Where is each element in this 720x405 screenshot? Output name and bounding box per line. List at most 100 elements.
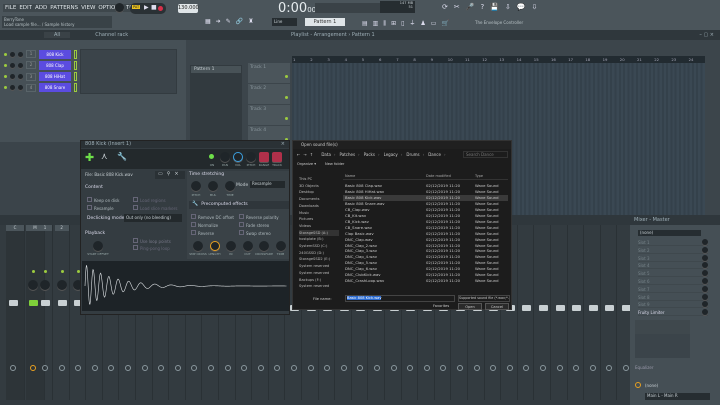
channel-select-indicator[interactable] — [74, 49, 77, 59]
tool-icons[interactable]: ▦➜✎🔗♜ — [205, 18, 259, 25]
strip-pan-knob[interactable] — [28, 280, 38, 290]
window-icons[interactable]: ▤▥⫼⊞▯⏚♟▭🛒 — [362, 18, 454, 28]
track-mute-led[interactable] — [285, 117, 288, 120]
channel-mixer-track[interactable]: 4 — [26, 83, 36, 92]
nav-item[interactable]: hostplate (B:) — [299, 236, 339, 243]
send-knob[interactable] — [141, 365, 148, 371]
toolbar-icons[interactable]: ⟳✂🎤?💾⇩💬⇩ — [442, 3, 543, 11]
filename-input[interactable]: Basic 808 Kick.wav — [345, 295, 455, 302]
channel-select-indicator[interactable] — [74, 72, 77, 82]
mixer-strip[interactable]: 2 — [54, 225, 70, 400]
volume-fader[interactable] — [555, 305, 565, 311]
channel-pan-knob[interactable] — [10, 51, 15, 57]
send-knob[interactable] — [307, 365, 314, 371]
channel-mixer-track[interactable]: 2 — [26, 61, 36, 70]
slot-mix-knob[interactable] — [702, 262, 708, 269]
send-knob[interactable] — [506, 365, 513, 371]
channel-volume-knob[interactable] — [18, 62, 23, 68]
effect-slot[interactable]: Slot 7 — [638, 285, 708, 293]
ping-pong-loop-checkbox[interactable]: Ping-pong loop — [133, 245, 170, 251]
breadcrumb[interactable]: Data › Patches › Packs › Legacy › Drums › Dance › — [317, 152, 445, 157]
slot-mix-knob[interactable] — [702, 301, 708, 308]
strip-led[interactable] — [44, 270, 47, 273]
slot-mix-knob[interactable] — [702, 270, 708, 277]
slot-mix-knob[interactable] — [702, 239, 708, 245]
send-knob[interactable] — [457, 365, 463, 371]
resample-checkbox[interactable]: Resample — [87, 205, 114, 211]
send-knob[interactable] — [606, 365, 613, 371]
start-offset-knob[interactable] — [93, 241, 103, 251]
channel-mute-led[interactable] — [4, 75, 7, 79]
range-knob[interactable] — [259, 152, 269, 162]
effect-checkbox[interactable]: Normalize — [191, 222, 218, 228]
effect-checkbox[interactable]: Swap stereo — [239, 230, 271, 236]
volume-fader[interactable] — [605, 305, 615, 311]
volume-fader[interactable] — [9, 300, 18, 306]
channel-mute-led[interactable] — [4, 52, 7, 56]
track-knob[interactable] — [272, 152, 282, 162]
send-knob[interactable] — [407, 365, 414, 371]
channel-select-indicator[interactable] — [74, 60, 77, 70]
send-knob[interactable] — [473, 365, 480, 371]
track-header[interactable]: Track 1 — [248, 63, 290, 83]
tempo-field[interactable]: 130.000 — [178, 4, 199, 13]
slot-mix-knob[interactable] — [702, 285, 708, 292]
send-knob[interactable] — [191, 365, 198, 371]
volume-fader[interactable] — [41, 300, 50, 306]
use-loop-points-checkbox[interactable]: Use loop points — [133, 238, 171, 244]
mixer-strip[interactable] — [569, 225, 585, 400]
organize-button[interactable]: Organize ▾ — [297, 162, 316, 166]
load-slice-markers-checkbox[interactable]: Load slice markers — [133, 205, 177, 211]
mixer-strip[interactable] — [536, 225, 551, 400]
waveform-display[interactable] — [82, 261, 289, 311]
eq-graph[interactable] — [635, 320, 690, 358]
nav-item[interactable]: Pictures — [299, 216, 339, 223]
keep-on-disk-checkbox[interactable]: Keep on disk — [87, 197, 119, 203]
channel-mute-led[interactable] — [4, 63, 7, 67]
search-input[interactable]: Search Dance — [463, 151, 508, 158]
send-knob[interactable] — [208, 365, 214, 371]
strip-led[interactable] — [60, 270, 64, 273]
nav-item[interactable]: 240GSSD (D:) — [299, 250, 339, 257]
date-column[interactable]: Date modified — [426, 174, 451, 178]
slot-mix-knob[interactable] — [702, 246, 708, 253]
send-knob[interactable] — [108, 365, 115, 371]
on-led[interactable] — [209, 154, 214, 159]
volume-fader[interactable] — [539, 305, 548, 311]
effect-checkbox[interactable]: Reverse polarity — [239, 214, 279, 220]
menu-patterns[interactable]: PATTERNS — [50, 5, 78, 11]
nav-item[interactable]: StorageSSD2 (E:) — [299, 256, 339, 263]
track-mute-led[interactable] — [285, 96, 288, 99]
filetype-select[interactable]: Supported sound file (*.wav;*.ai — [458, 295, 510, 302]
breadcrumb-item[interactable]: Packs — [364, 152, 375, 157]
type-column[interactable]: Type — [475, 174, 483, 178]
send-knob[interactable] — [490, 365, 497, 371]
send-knob[interactable] — [10, 365, 16, 371]
window-controls-icon[interactable]: – ▢ × — [699, 30, 714, 40]
mode-select[interactable]: Resample — [250, 181, 285, 188]
mixer-strip[interactable] — [553, 225, 568, 400]
send-knob[interactable] — [573, 365, 580, 371]
favorites-button[interactable]: Favorites — [433, 304, 449, 308]
load-regions-checkbox[interactable]: Load regions — [133, 197, 166, 203]
send-knob[interactable] — [42, 365, 48, 371]
channel-mixer-track[interactable]: 1 — [26, 50, 36, 58]
menu-edit[interactable]: EDIT — [19, 5, 32, 11]
effect-checkbox[interactable]: Remove DC offset — [191, 214, 234, 220]
nav-arrows-icon[interactable]: ←→↑ — [297, 152, 316, 157]
wrench-icon[interactable]: 🔧 — [117, 152, 127, 161]
send-knob[interactable] — [158, 365, 165, 371]
channel-pan-knob[interactable] — [10, 85, 15, 91]
send-knob[interactable] — [291, 365, 297, 371]
breadcrumb-item[interactable]: Patches — [340, 152, 356, 157]
pitch-knob[interactable] — [191, 181, 201, 191]
nav-item[interactable]: Documents — [299, 196, 339, 203]
mul-knob[interactable] — [208, 181, 218, 191]
trim-knob[interactable] — [275, 241, 286, 251]
nav-item[interactable]: Music — [299, 210, 339, 217]
channel-volume-knob[interactable] — [18, 74, 23, 80]
send-knob[interactable] — [91, 365, 98, 371]
send-knob[interactable] — [30, 365, 36, 371]
track-header[interactable]: Track 2 — [248, 84, 290, 104]
send-knob[interactable] — [390, 365, 397, 371]
